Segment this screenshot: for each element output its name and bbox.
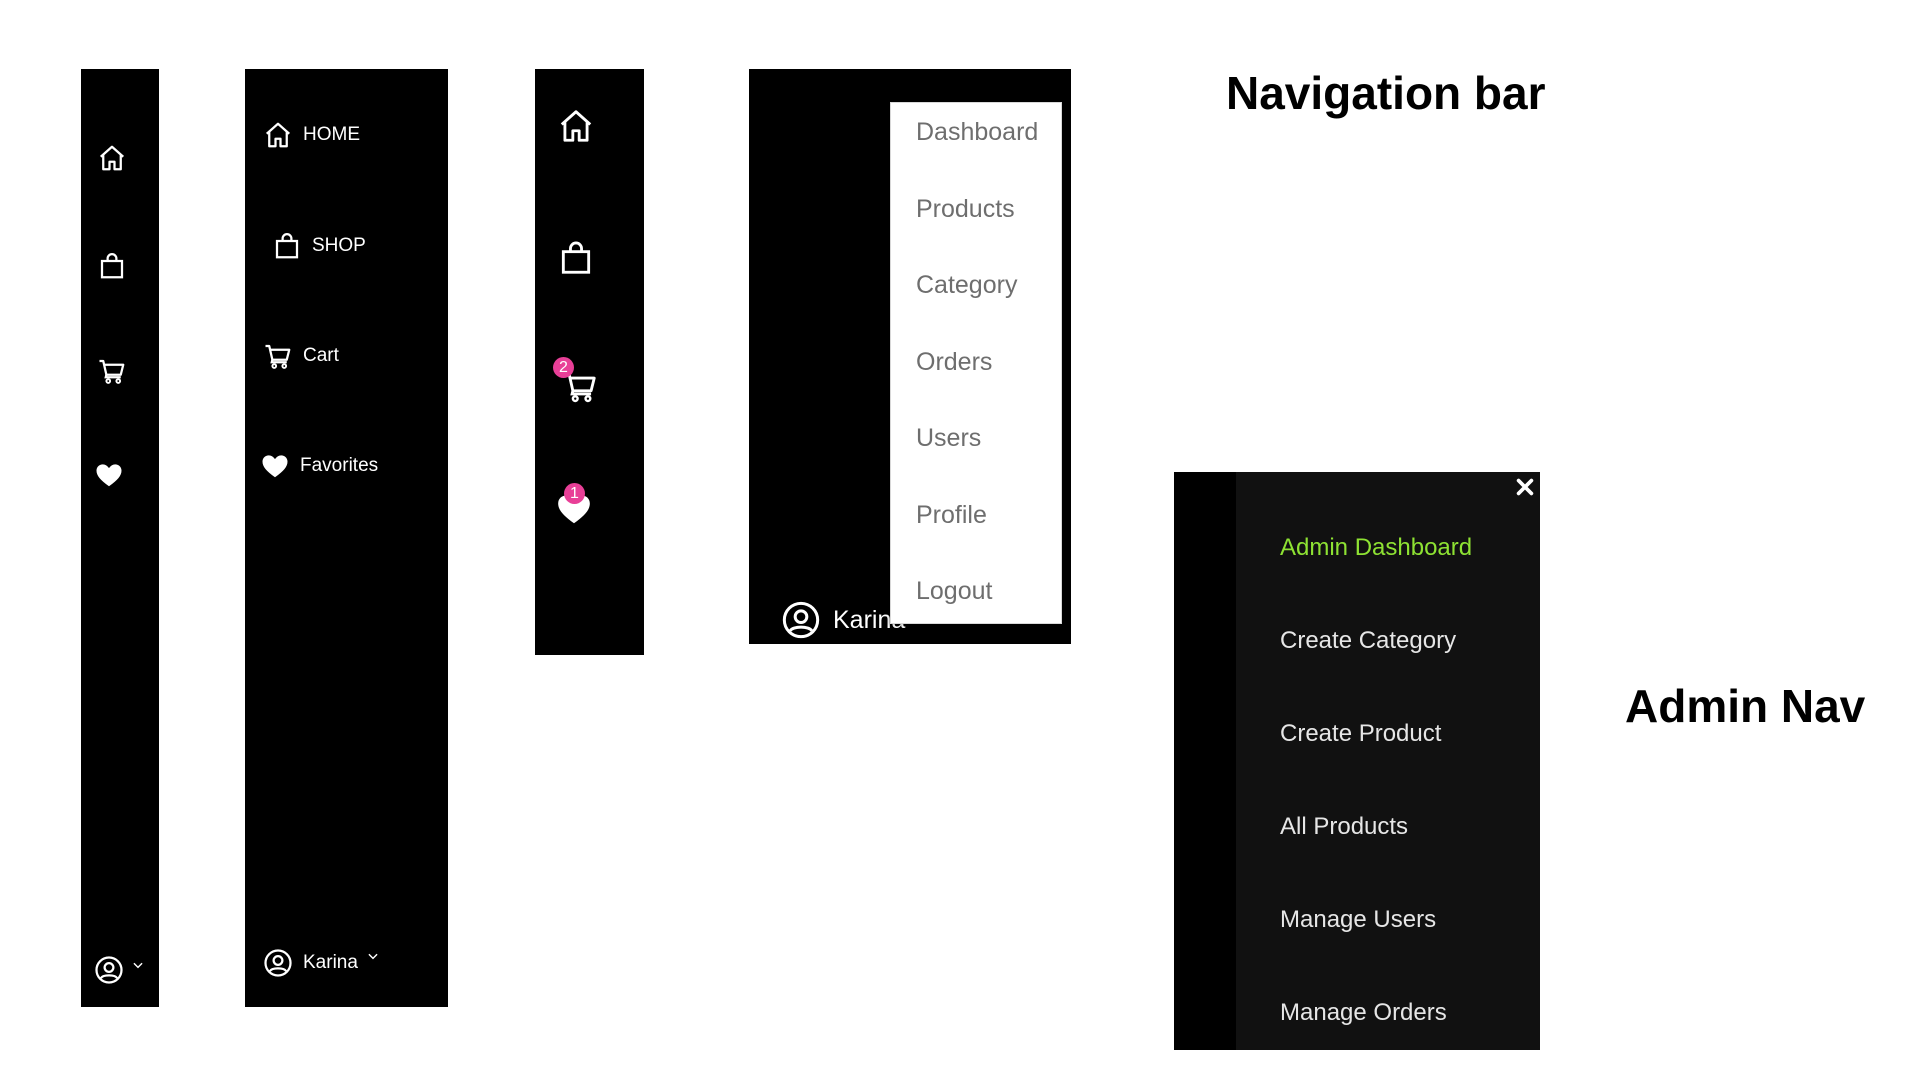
admin-nav-strip [1174,472,1236,1050]
admin-item-manage-orders[interactable]: Manage Orders [1280,999,1447,1027]
shopping-bag-icon[interactable] [97,251,127,281]
admin-item-dashboard[interactable]: Admin Dashboard [1280,534,1472,562]
menu-item-logout[interactable]: Logout [916,577,992,606]
menu-item-users[interactable]: Users [916,424,981,453]
home-icon[interactable] [97,143,127,173]
admin-nav-panel: Admin Dashboard Create Category Create P… [1174,472,1540,1050]
sidebar-item-label: HOME [303,124,360,145]
menu-item-dashboard[interactable]: Dashboard [916,118,1038,147]
sidebar-item-shop[interactable]: SHOP [272,231,366,261]
user-menu-toggle[interactable]: Karina [263,948,390,978]
admin-item-manage-users[interactable]: Manage Users [1280,906,1436,934]
sidebar-item-label: SHOP [312,235,366,256]
menu-item-products[interactable]: Products [916,195,1015,224]
chevron-down-icon[interactable] [131,958,145,972]
heart-icon[interactable] [94,460,124,490]
chevron-down-icon [368,953,378,960]
heart-icon [262,455,288,478]
sidebar-item-label: Cart [303,345,339,366]
navigation-bar-title: Navigation bar [1226,67,1546,119]
expanded-sidebar: HOME SHOP Cart Favorites Karina [245,69,448,1007]
admin-nav-title: Admin Nav [1625,680,1866,732]
favorites-count-badge: 1 [564,483,585,504]
sidebar-item-favorites[interactable]: Favorites [260,451,378,481]
collapsed-sidebar [81,69,159,1007]
user-menu-toggle[interactable]: Karina [781,600,905,640]
user-circle-icon [782,601,820,639]
sidebar-item-label: Favorites [300,455,379,476]
cart-icon [265,344,291,369]
cart-icon[interactable] [97,356,127,386]
dropdown-sidebar: Karina Dashboard Products Category Order… [749,69,1071,644]
sidebar-item-home[interactable]: HOME [263,120,360,150]
close-icon[interactable] [1514,476,1536,498]
user-circle-icon [264,949,292,977]
admin-item-create-category[interactable]: Create Category [1280,627,1456,655]
home-icon [266,122,290,148]
menu-item-orders[interactable]: Orders [916,348,992,377]
cart-count-badge: 2 [553,357,574,378]
menu-item-category[interactable]: Category [916,271,1017,300]
admin-item-all-products[interactable]: All Products [1280,813,1408,841]
user-name: Karina [303,952,358,973]
sidebar-item-cart[interactable]: Cart [263,341,339,371]
user-circle-icon[interactable] [94,955,124,985]
user-dropdown-menu: Dashboard Products Category Orders Users… [890,102,1062,624]
home-icon[interactable] [557,107,595,145]
menu-item-profile[interactable]: Profile [916,501,987,530]
shopping-bag-icon[interactable] [557,239,595,277]
badge-sidebar: 2 1 [535,69,644,655]
admin-item-create-product[interactable]: Create Product [1280,720,1441,748]
shopping-bag-icon [275,233,299,259]
